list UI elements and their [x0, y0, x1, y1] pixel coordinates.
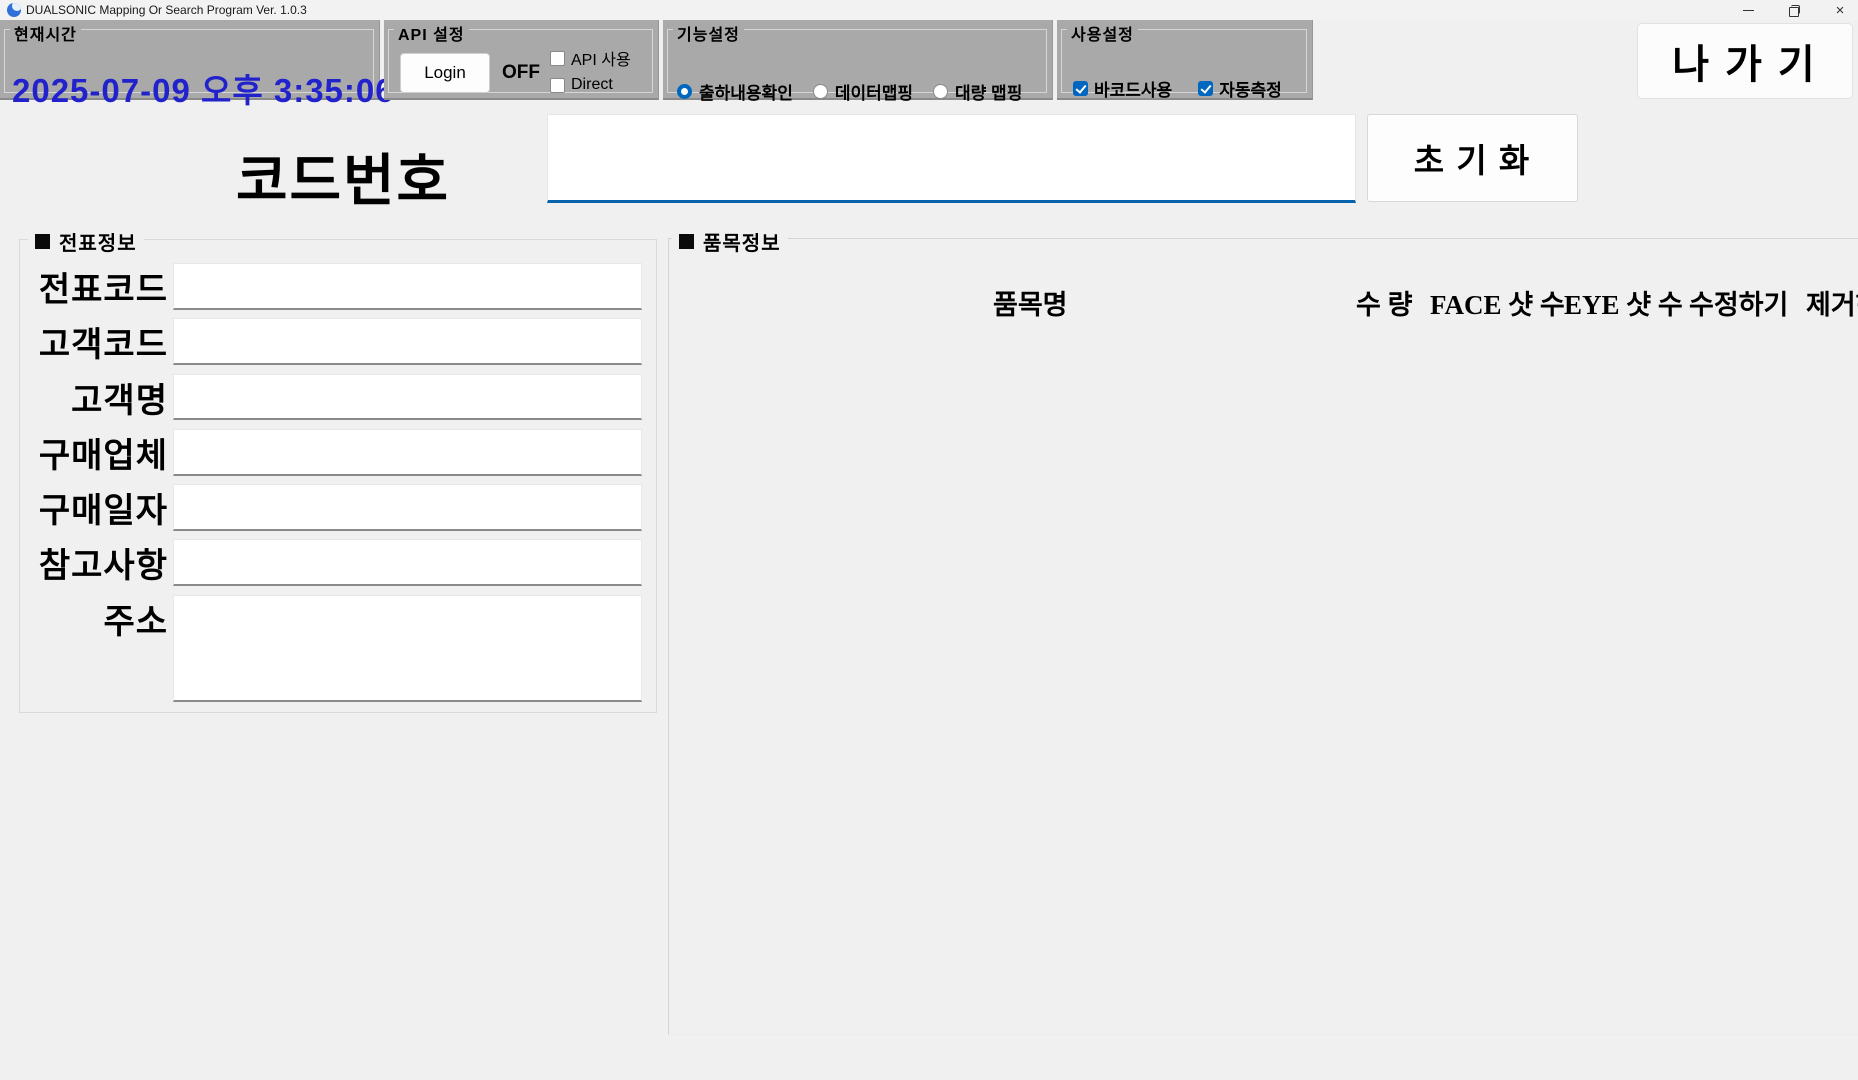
current-time-group-label: 현재시간	[10, 21, 81, 45]
item-info-groupbox	[668, 238, 1858, 1035]
restore-icon	[1789, 5, 1799, 15]
purchase-company-input[interactable]	[173, 429, 642, 476]
auto-measure-checkbox[interactable]	[1198, 81, 1213, 96]
column-header-face-shots: FACE 샷 수	[1430, 283, 1565, 322]
column-header-item-name: 품목명	[993, 283, 1068, 322]
function-radio-group: 출하내용확인 데이터맵핑 대량 맵핑	[677, 79, 1022, 104]
usage-settings-panel: 사용설정 바코드사용 자동측정	[1057, 20, 1313, 100]
api-settings-group-label: API 설정	[394, 21, 469, 45]
restore-button[interactable]	[1784, 0, 1804, 20]
app-logo-icon	[7, 3, 21, 17]
slip-info-group-label-text: 전표정보	[59, 227, 137, 256]
api-status-text: OFF	[502, 62, 540, 84]
direct-checkbox[interactable]	[550, 78, 565, 93]
current-time-panel: 현재시간 2025-07-09 오후 3:35:06	[0, 20, 380, 100]
barcode-use-checkbox-row[interactable]: 바코드사용	[1073, 76, 1172, 101]
slip-code-input[interactable]	[173, 263, 642, 310]
title-bar: DUALSONIC Mapping Or Search Program Ver.…	[0, 0, 1858, 20]
usage-settings-group-label: 사용설정	[1067, 21, 1138, 45]
customer-code-input[interactable]	[173, 318, 642, 365]
customer-name-input[interactable]	[173, 374, 642, 420]
radio-bulk-mapping-label: 대량 맵핑	[955, 79, 1022, 104]
item-info-group-label-text: 품목정보	[703, 227, 781, 256]
close-icon: ×	[1836, 3, 1845, 18]
auto-measure-label: 자동측정	[1219, 76, 1282, 101]
direct-label: Direct	[571, 76, 613, 94]
remarks-label: 참고사항	[20, 539, 168, 586]
column-header-eye-shots: EYE 샷 수	[1564, 283, 1683, 322]
address-label: 주소	[20, 595, 168, 642]
purchase-date-input[interactable]	[173, 484, 642, 531]
customer-code-label: 고객코드	[20, 318, 168, 365]
radio-data-mapping-label: 데이터맵핑	[835, 79, 913, 104]
api-checkbox-group: API 사용 Direct	[550, 46, 631, 94]
direct-checkbox-row[interactable]: Direct	[550, 76, 631, 94]
function-settings-panel: 기능설정 출하내용확인 데이터맵핑 대량 맵핑	[663, 20, 1053, 100]
column-header-edit: 수정하기	[1689, 283, 1788, 322]
code-number-label: 코드번호	[236, 136, 450, 217]
black-square-icon	[35, 234, 50, 249]
api-use-checkbox[interactable]	[550, 51, 565, 66]
barcode-use-label: 바코드사용	[1094, 76, 1172, 101]
window-title: DUALSONIC Mapping Or Search Program Ver.…	[26, 3, 307, 17]
slip-code-label: 전표코드	[20, 263, 168, 310]
api-settings-panel: API 설정 Login OFF API 사용 Direct	[384, 20, 659, 100]
radio-data-mapping[interactable]: 데이터맵핑	[813, 79, 913, 104]
function-settings-group-label: 기능설정	[673, 21, 744, 45]
column-header-remove: 제거하기	[1806, 283, 1858, 322]
minimize-icon	[1743, 10, 1754, 11]
purchase-company-label: 구매업체	[20, 429, 168, 476]
address-input[interactable]	[173, 595, 642, 702]
radio-bulk-mapping-icon[interactable]	[933, 84, 948, 99]
radio-data-mapping-icon[interactable]	[813, 84, 828, 99]
radio-shipping-check[interactable]: 출하내용확인	[677, 79, 793, 104]
auto-measure-checkbox-row[interactable]: 자동측정	[1198, 76, 1282, 101]
purchase-date-label: 구매일자	[20, 484, 168, 531]
column-header-quantity: 수 량	[1356, 283, 1412, 322]
remarks-input[interactable]	[173, 539, 642, 586]
reset-button[interactable]: 초 기 화	[1367, 114, 1578, 202]
black-square-icon	[679, 234, 694, 249]
radio-shipping-check-icon[interactable]	[677, 84, 692, 99]
code-number-input[interactable]	[547, 114, 1356, 203]
slip-info-group-label: 전표정보	[28, 227, 144, 256]
radio-shipping-check-label: 출하내용확인	[699, 79, 793, 104]
exit-button[interactable]: 나 가 기	[1637, 23, 1853, 99]
api-use-label: API 사용	[571, 46, 631, 70]
window-controls: ×	[1738, 0, 1850, 20]
current-time-value: 2025-07-09 오후 3:35:06	[12, 64, 395, 112]
close-button[interactable]: ×	[1830, 0, 1850, 20]
usage-checkbox-group: 바코드사용 자동측정	[1073, 76, 1282, 101]
barcode-use-checkbox[interactable]	[1073, 81, 1088, 96]
minimize-button[interactable]	[1738, 0, 1758, 20]
radio-bulk-mapping[interactable]: 대량 맵핑	[933, 79, 1022, 104]
item-info-group-label: 품목정보	[672, 227, 788, 256]
api-use-checkbox-row[interactable]: API 사용	[550, 46, 631, 70]
customer-name-label: 고객명	[20, 374, 168, 420]
login-button[interactable]: Login	[400, 53, 490, 93]
